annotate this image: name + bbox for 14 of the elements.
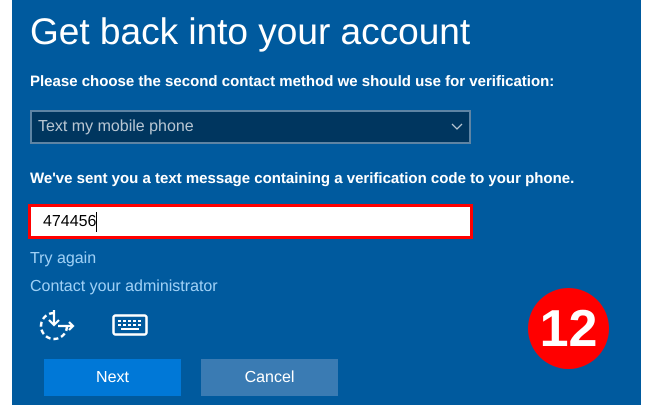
accessibility-icon[interactable] bbox=[38, 309, 76, 341]
code-input-field[interactable]: 474456 bbox=[28, 204, 473, 239]
text-link[interactable]: Contact your administrator bbox=[30, 277, 218, 297]
text-link[interactable]: Try again bbox=[30, 249, 96, 269]
next-button[interactable]: Next bbox=[44, 359, 181, 396]
code-label: We've sent you a text message containing a verification code to your phone. bbox=[30, 168, 574, 188]
cancel-button[interactable]: Cancel bbox=[201, 359, 338, 396]
method-dropdown[interactable]: Text my mobile phone bbox=[30, 110, 471, 144]
dropdown-value: Text my mobile phone bbox=[38, 116, 194, 136]
method-label: Please choose the second contact method we should use for verification: bbox=[30, 72, 554, 92]
step-badge: 12 bbox=[528, 288, 609, 369]
dialog-title: Get back into your account bbox=[30, 10, 470, 54]
chevron-down-icon bbox=[451, 122, 463, 130]
keyboard-icon[interactable] bbox=[112, 314, 148, 336]
